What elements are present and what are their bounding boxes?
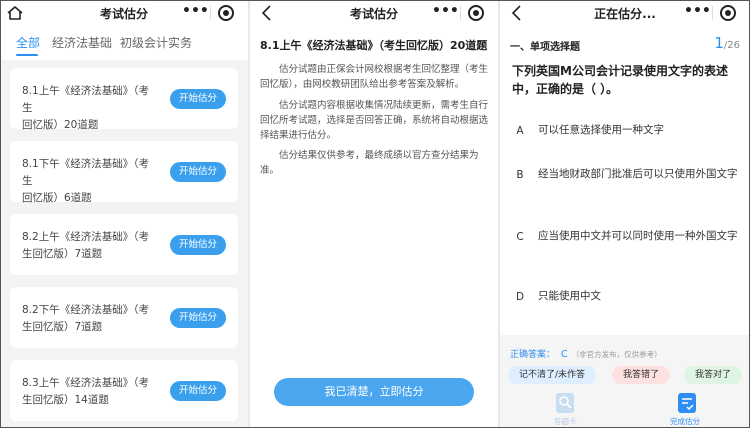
option-letter[interactable]: B: [512, 167, 528, 183]
close-target-icon[interactable]: [468, 5, 484, 21]
option-text[interactable]: 经当地财政部门批准后可以只使用外国文字: [538, 166, 738, 183]
mini-program-capsule: •••: [680, 2, 744, 24]
exam-intro-screen: 考试估分 ••• 8.1上午《经济法基础》（考生回忆版）20道题 估分试题由正保…: [250, 0, 498, 428]
answered-wrong-button[interactable]: 我答错了: [612, 366, 670, 384]
more-icon[interactable]: •••: [432, 3, 459, 19]
exam-card-title: 8.2上午《经济法基础》（考 生回忆版）7道题: [22, 231, 149, 260]
panel-divider: [498, 0, 500, 428]
capsule-divider: [460, 6, 461, 20]
exam-list-screen: 考试估分 ••• 全部 经济法基础 初级会计实务 8.1上午《经济法基础》（考生…: [0, 0, 248, 428]
more-icon[interactable]: •••: [182, 3, 209, 19]
capsule-divider: [712, 6, 713, 20]
tab-all[interactable]: 全部: [16, 34, 40, 51]
mini-program-capsule: •••: [428, 2, 492, 24]
correct-answer: 正确答案： C （非官方发布，仅供参考）: [510, 349, 662, 360]
option-letter[interactable]: A: [512, 123, 528, 139]
start-estimate-button[interactable]: 开始估分: [170, 308, 226, 328]
option-letter[interactable]: D: [512, 289, 528, 305]
answered-right-button[interactable]: 我答对了: [684, 366, 742, 384]
start-estimate-button[interactable]: 开始估分: [170, 89, 226, 109]
exam-card-title: 8.1下午《经济法基础》（考生 回忆版）6道题: [22, 158, 149, 204]
mini-program-capsule: •••: [178, 2, 242, 24]
start-estimate-button[interactable]: 开始估分: [170, 235, 226, 255]
exam-card-title: 8.3上午《经济法基础》（考 生回忆版）14道题: [22, 377, 149, 406]
answer-panel: 正确答案： C （非官方发布，仅供参考） 记不清了/未作答 我答错了 我答对了 答题…: [500, 335, 750, 428]
exam-card[interactable]: 8.3上午《经济法基础》（考 生回忆版）14道题 开始估分: [10, 360, 238, 421]
intro-paragraph: 估分结果仅供参考，最终成绩以官方查分结果为准。: [260, 150, 479, 176]
intro-paragraph: 估分试题由正保会计网校根据考生回忆整理（考生回忆版），由网校教研团队给出参考答案…: [260, 64, 489, 90]
active-tab-indicator: [16, 54, 38, 56]
tab-accounting-practice[interactable]: 初级会计实务: [120, 34, 192, 51]
option-letter[interactable]: C: [512, 229, 528, 245]
option-text[interactable]: 只能使用中文: [538, 288, 738, 305]
navbar: 考试估分 •••: [0, 0, 248, 26]
exam-card[interactable]: 8.1上午《经济法基础》（考生 回忆版）20道题 开始估分: [10, 68, 238, 131]
question-text: 下列英国M公司会计记录使用文字的表述中，正确的是（ ）。: [512, 64, 728, 96]
finish-estimate-icon[interactable]: [678, 393, 696, 413]
start-estimate-button[interactable]: 开始估分: [170, 162, 226, 182]
close-target-icon[interactable]: [720, 5, 736, 21]
close-target-icon[interactable]: [218, 5, 234, 21]
tabbar-finish-estimate-label[interactable]: 完成估分: [670, 416, 700, 427]
panel-divider: [248, 0, 250, 428]
not-remember-button[interactable]: 记不清了/未作答: [508, 366, 596, 384]
exam-card[interactable]: 8.1下午《经济法基础》（考生 回忆版）6道题 开始估分: [10, 141, 238, 204]
option-text[interactable]: 可以任意选择使用一种文字: [538, 122, 738, 139]
question-type-label: 一、单项选择题: [510, 42, 580, 53]
question-screen: 正在估分... ••• 一、单项选择题 1/26 下列英国M公司会计记录使用文字…: [500, 0, 750, 428]
question-progress: 1/26: [714, 34, 740, 52]
tabbar-answer-sheet-label[interactable]: 答题卡: [554, 416, 577, 427]
option-text[interactable]: 应当使用中文并可以同时使用一种外国文字: [538, 228, 738, 245]
answer-sheet-icon[interactable]: [556, 393, 574, 413]
exam-card[interactable]: 8.2下午《经济法基础》（考 生回忆版）7道题 开始估分: [10, 287, 238, 348]
navbar: 正在估分... •••: [500, 0, 750, 26]
exam-heading: 8.1上午《经济法基础》（考生回忆版）20道题: [260, 39, 488, 52]
confirm-start-button[interactable]: 我已清楚，立即估分: [274, 378, 474, 406]
exam-card-title: 8.1上午《经济法基础》（考生 回忆版）20道题: [22, 85, 149, 131]
exam-card[interactable]: 8.2上午《经济法基础》（考 生回忆版）7道题 开始估分: [10, 214, 238, 275]
exam-card-title: 8.2下午《经济法基础》（考 生回忆版）7道题: [22, 304, 149, 333]
category-tabs: 全部 经济法基础 初级会计实务: [0, 26, 248, 60]
intro-paragraph: 估分试题内容根据收集情况陆续更新，需考生自行回忆所考试题，选择是否回答正确，系统…: [260, 100, 489, 141]
capsule-divider: [210, 6, 211, 20]
tab-economic-law[interactable]: 经济法基础: [52, 34, 112, 51]
navbar: 考试估分 •••: [250, 0, 498, 26]
more-icon[interactable]: •••: [684, 3, 711, 19]
start-estimate-button[interactable]: 开始估分: [170, 381, 226, 401]
